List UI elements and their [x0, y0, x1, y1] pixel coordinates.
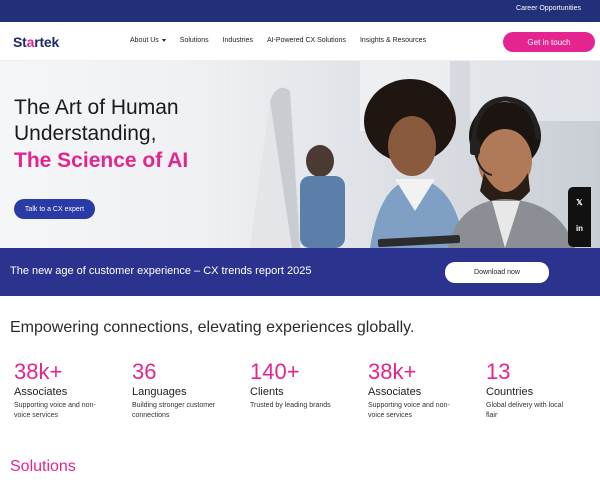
solutions-heading: Solutions [10, 458, 76, 475]
nav-item-label: Solutions [179, 37, 209, 44]
stat-associates-2: 38k+ Associates Supporting voice and non… [368, 360, 478, 421]
nav-item-label: About Us [130, 37, 159, 44]
startek-logo[interactable]: Startek [13, 34, 59, 50]
nav-item-solutions[interactable]: Solutions [180, 37, 209, 44]
stat-value: 38k+ [14, 359, 63, 384]
nav-item-ai-powered-cx[interactable]: AI-Powered CX Solutions [267, 37, 346, 44]
stat-label: Languages [132, 386, 187, 398]
stat-value: 13 [486, 359, 511, 384]
logo-text-end: rtek [34, 34, 60, 50]
stats-row: 38k+ Associates Supporting voice and non… [14, 360, 594, 440]
nav-item-label: Industries [222, 37, 253, 44]
career-opportunities-link[interactable]: Career Opportunities [516, 5, 581, 12]
stat-label: Clients [250, 386, 284, 398]
hero-title: The Art of Human Understanding, [14, 96, 179, 145]
nav-item-about-us[interactable]: About Us [130, 37, 166, 44]
download-now-button[interactable]: Download now [445, 262, 549, 283]
stat-countries: 13 Countries Global delivery with local … [486, 360, 596, 421]
hero-photo-image [230, 61, 600, 248]
stat-value: 36 [132, 359, 157, 384]
stat-associates: 38k+ Associates Supporting voice and non… [14, 360, 124, 421]
stat-label: Associates [368, 386, 422, 398]
cx-trends-banner: The new age of customer experience – CX … [0, 248, 600, 296]
x-icon[interactable]: 𝕏 [574, 197, 585, 208]
logo-text-start: St [13, 34, 27, 50]
stat-label: Countries [486, 386, 534, 398]
get-in-touch-button[interactable]: Get in touch [503, 32, 595, 52]
stat-languages: 36 Languages Building stronger customer … [132, 360, 242, 421]
nav-item-industries[interactable]: Industries [223, 37, 253, 44]
banner-text: The new age of customer experience – CX … [10, 265, 312, 277]
stat-label: Associates [14, 386, 68, 398]
hero-subtitle: The Science of AI [14, 149, 189, 172]
top-utility-bar: Career Opportunities [0, 0, 600, 22]
tagline-heading: Empowering connections, elevating experi… [10, 319, 415, 336]
nav-item-label: Insights & Resources [359, 37, 427, 44]
stat-description: Trusted by leading brands [250, 402, 331, 409]
stat-description: Building stronger customer connections [132, 402, 216, 419]
main-nav: About Us Solutions Industries AI-Powered… [130, 37, 440, 44]
stat-clients: 140+ Clients Trusted by leading brands [250, 360, 360, 411]
nav-item-insights-resources[interactable]: Insights & Resources [360, 37, 426, 44]
linkedin-icon[interactable]: in [574, 223, 585, 234]
stat-description: Supporting voice and non-voice services [368, 402, 450, 419]
stat-description: Global delivery with local flair [486, 402, 564, 419]
talk-to-cx-expert-button[interactable]: Talk to a CX expert [14, 199, 95, 219]
stat-description: Supporting voice and non-voice services [14, 402, 96, 419]
stat-value: 140+ [250, 359, 300, 384]
chevron-down-icon [161, 39, 166, 42]
hero-section: The Art of Human Understanding, The Scie… [0, 61, 600, 248]
social-share-bar: 𝕏 in [568, 187, 591, 247]
nav-item-label: AI-Powered CX Solutions [266, 37, 346, 44]
stat-value: 38k+ [368, 359, 417, 384]
